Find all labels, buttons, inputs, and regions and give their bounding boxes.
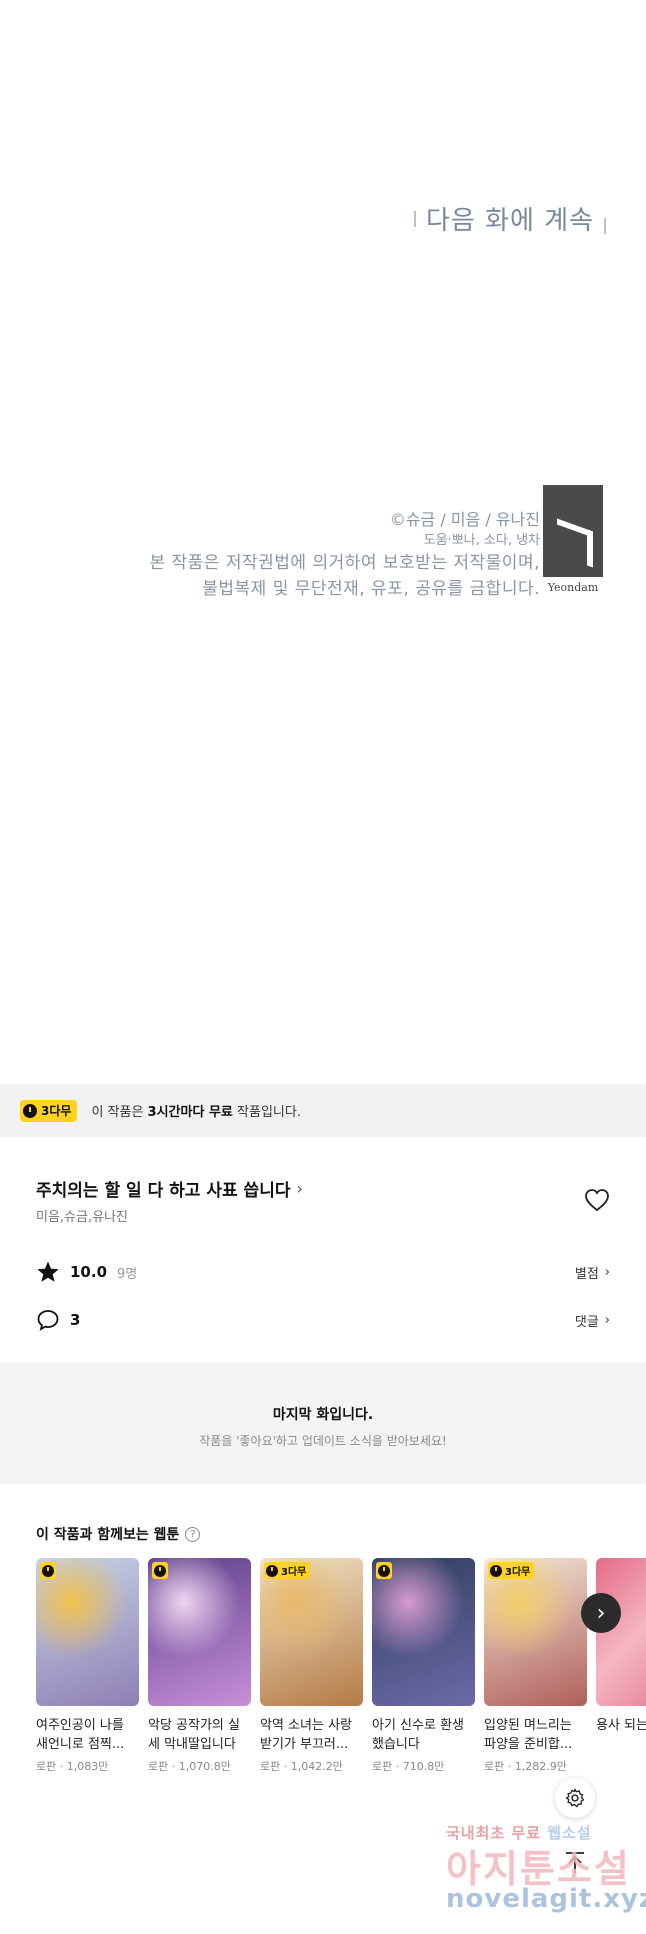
recommendation-card[interactable]: 악당 공작가의 실세 막내딸입니다로판 · 1,070.8만 [148, 1558, 251, 1774]
recommendation-title: 여주인공이 나를 새언니로 점찍... [36, 1718, 125, 1752]
comment-link-label: 댓글 [574, 1314, 599, 1330]
chevron-right-icon: › [604, 1312, 610, 1328]
recommendation-title: 악역 소녀는 사랑받기가 부끄러... [260, 1718, 352, 1752]
recommendation-heading: 이 작품과 함께보는 웹툰 ? [36, 1524, 201, 1544]
rating-link-label: 별점 [574, 1266, 599, 1282]
logo-text: Yeondam [547, 581, 599, 594]
free-banner: 3다무 이 작품은 3시간마다 무료 작품입니다. [0, 1084, 646, 1137]
free-tag-label: 3다무 [281, 1567, 307, 1578]
free-tag-label: 3다무 [505, 1567, 531, 1578]
bracket-right [604, 217, 607, 234]
comment-link[interactable]: 댓글 › [575, 1311, 610, 1330]
continue-text: 다음 화에 계속 [426, 206, 595, 236]
star-icon [37, 1261, 59, 1282]
chevron-right-icon: › [604, 1264, 610, 1280]
recommendation-meta: 로판 · 710.8만 [372, 1760, 445, 1773]
free-tag [376, 1562, 392, 1579]
last-episode-subtitle: 작품을 '좋아요'하고 업데이트 소식을 받아보세요! [199, 1434, 447, 1448]
continue-notice: 다음 화에 계속 [414, 200, 607, 237]
free-tag [152, 1562, 168, 1579]
studio-logo: Yeondam [543, 485, 603, 599]
comment-bubble-icon [37, 1310, 59, 1331]
recommendation-thumbnail [372, 1558, 475, 1706]
like-heart-icon[interactable] [584, 1188, 610, 1212]
free-tag [40, 1562, 56, 1579]
recommendation-thumbnail: 3다무 [260, 1558, 363, 1706]
carousel-next-button[interactable]: › [581, 1593, 621, 1633]
recommendation-meta: 로판 · 1,042.2만 [260, 1760, 343, 1773]
banner-text-prefix: 이 작품은 [91, 1105, 148, 1120]
recommendation-card[interactable]: 3다무입양된 며느리는 파양을 준비합... 로판 · 1,282.9만 [484, 1558, 587, 1774]
last-episode-title: 마지막 화입니다. [272, 1407, 374, 1423]
clock-icon [266, 1564, 278, 1577]
work-title: 주치의는 할 일 다 하고 사표 씁니다 [36, 1181, 291, 1201]
recommendation-title: 입양된 며느리는 파양을 준비합... [484, 1718, 573, 1752]
help-icon[interactable]: ? [185, 1526, 201, 1542]
recommendation-meta: 로판 · 1,083만 [36, 1760, 109, 1773]
bracket-left [414, 210, 416, 227]
recommendation-list: 여주인공이 나를 새언니로 점찍... 로판 · 1,083만 악당 공작가의 실세… [36, 1558, 587, 1774]
credits: ©슈금 / 미음 / 유나진 도움·뽀나, 소다, 냉차 본 작품은 저작권법에… [149, 508, 540, 602]
recommendation-heading-text: 이 작품과 함께보는 웹툰 [36, 1527, 180, 1543]
free-badge-label: 3다무 [41, 1104, 72, 1118]
recommendation-card-partial-title: 용사 되는 [596, 1718, 646, 1733]
free-badge: 3다무 [20, 1099, 78, 1122]
recommendation-thumbnail [36, 1558, 139, 1706]
logo-mark-icon [543, 485, 603, 577]
copyright-line-1: 본 작품은 저작권법에 의거하여 보호받는 저작물이며, [149, 553, 540, 573]
settings-button[interactable] [555, 1778, 595, 1818]
clock-icon [490, 1564, 502, 1577]
rating-link[interactable]: 별점 › [575, 1263, 610, 1282]
rating-row: 10.0 9명 별점 › [36, 1260, 610, 1284]
clock-icon [378, 1564, 390, 1577]
chevron-right-icon: › [596, 1600, 606, 1626]
credit-main: ©슈금 / 미음 / 유나진 [389, 510, 540, 529]
watermark-line-3: novelagit.xyz [446, 1884, 646, 1914]
rating-value: 10.0 [70, 1263, 108, 1281]
recommendation-thumbnail: 3다무 [484, 1558, 587, 1706]
comment-row: 3 댓글 › [36, 1308, 610, 1332]
clock-icon [154, 1564, 166, 1577]
last-episode-panel: 마지막 화입니다. 작품을 '좋아요'하고 업데이트 소식을 받아보세요! [0, 1362, 646, 1484]
banner-text-bold: 3시간마다 무료 [147, 1105, 233, 1120]
recommendation-title: 아기 신수로 환생했습니다 [372, 1718, 464, 1752]
recommendation-title: 악당 공작가의 실세 막내딸입니다 [148, 1718, 240, 1752]
free-tag: 3다무 [264, 1562, 311, 1579]
comment-count: 3 [70, 1311, 81, 1329]
recommendation-card[interactable]: 3다무악역 소녀는 사랑받기가 부끄러... 로판 · 1,042.2만 [260, 1558, 363, 1774]
credit-staff: 도움·뽀나, 소다, 냉차 [423, 533, 540, 548]
recommendation-thumbnail [148, 1558, 251, 1706]
chevron-right-icon: › [296, 1179, 303, 1198]
work-authors: 미음,슈금,유나진 [36, 1210, 128, 1225]
clock-icon [23, 1103, 37, 1118]
recommendation-card[interactable]: 아기 신수로 환생했습니다로판 · 710.8만 [372, 1558, 475, 1774]
free-tag: 3다무 [488, 1562, 535, 1579]
recommendation-card[interactable]: 여주인공이 나를 새언니로 점찍... 로판 · 1,083만 [36, 1558, 139, 1774]
free-banner-text: 이 작품은 3시간마다 무료 작품입니다. [91, 1101, 301, 1120]
recommendation-meta: 로판 · 1,070.8만 [148, 1760, 231, 1773]
banner-text-suffix: 작품입니다. [232, 1105, 301, 1120]
copyright-line-2: 불법복제 및 무단전재, 유포, 공유를 금합니다. [202, 579, 540, 599]
recommendation-meta: 로판 · 1,282.9만 [484, 1760, 567, 1773]
gear-icon [565, 1788, 585, 1808]
clock-icon [42, 1564, 54, 1577]
rating-count: 9명 [117, 1266, 138, 1282]
work-title-link[interactable]: 주치의는 할 일 다 하고 사표 씁니다 › [36, 1176, 303, 1201]
